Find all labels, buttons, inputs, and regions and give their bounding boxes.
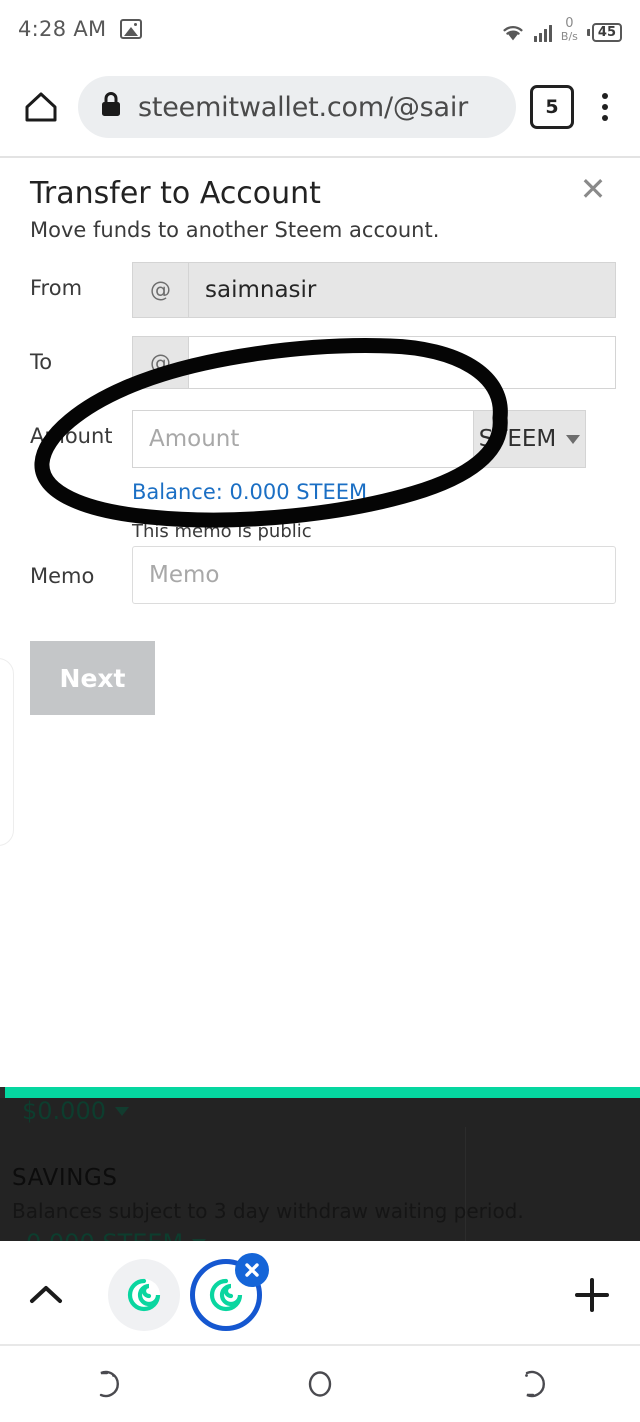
chevron-up-icon[interactable]: [26, 1275, 66, 1315]
address-bar[interactable]: steemitwallet.com/@sair: [78, 76, 516, 138]
home-circle-icon[interactable]: [285, 1359, 355, 1409]
savings-balance-row[interactable]: 0.000 STEEM: [26, 1229, 207, 1241]
kebab-menu-icon[interactable]: [588, 85, 622, 129]
recents-icon[interactable]: [72, 1359, 142, 1409]
usd-balance-value: $0.000: [22, 1097, 106, 1125]
chevron-down-icon: [192, 1238, 207, 1241]
network-speed-unit: B/s: [560, 29, 578, 43]
from-input-group: @ saimnasir: [132, 262, 616, 318]
to-field-row: To @: [30, 336, 616, 389]
page-title: Transfer to Account: [30, 176, 321, 211]
browser-tab-inactive[interactable]: [108, 1259, 180, 1331]
savings-balance-value: 0.000 STEEM: [26, 1229, 183, 1241]
currency-select[interactable]: STEEM: [474, 410, 586, 468]
battery-icon: 45: [586, 22, 622, 42]
to-at-prefix: @: [132, 336, 188, 389]
battery-level-label: 45: [591, 22, 622, 42]
to-field-label: To: [30, 350, 53, 374]
background-wallet-section: $0.000 SAVINGS Balances subject to 3 day…: [0, 1087, 640, 1241]
steem-logo-icon: [127, 1278, 161, 1312]
plus-icon[interactable]: [570, 1273, 614, 1317]
from-input[interactable]: saimnasir: [188, 262, 616, 318]
memo-field-label: Memo: [30, 564, 95, 588]
battery-terminal: [586, 28, 590, 36]
tab-counter-label: 5: [545, 96, 559, 118]
savings-note: Balances subject to 3 day withdraw waiti…: [12, 1199, 524, 1223]
image-icon: [120, 19, 143, 39]
memo-field-row: Memo Memo: [30, 546, 616, 604]
savings-section-title: SAVINGS: [12, 1165, 118, 1191]
column-separator: [465, 1127, 466, 1241]
memo-input[interactable]: Memo: [132, 546, 616, 604]
android-nav-bar: [0, 1346, 640, 1422]
tab-counter-button[interactable]: 5: [530, 85, 574, 129]
from-field-label: From: [30, 276, 83, 300]
next-button[interactable]: Next: [30, 641, 155, 715]
memo-placeholder: Memo: [149, 562, 220, 588]
lock-icon: [100, 91, 122, 123]
amount-field-label: Amount: [30, 424, 113, 448]
from-at-prefix: @: [132, 262, 188, 318]
close-circle-icon[interactable]: [235, 1253, 269, 1287]
status-bar-right: 0 B/s 45: [501, 17, 622, 42]
network-speed-indicator: 0 B/s: [561, 17, 578, 42]
offscreen-card-edge: [0, 658, 14, 846]
back-icon[interactable]: [498, 1359, 568, 1409]
memo-public-hint: This memo is public: [132, 521, 312, 542]
steem-logo-icon: [209, 1278, 243, 1312]
balance-link[interactable]: Balance: 0.000 STEEM: [132, 480, 367, 504]
currency-select-value: STEEM: [478, 426, 557, 452]
wifi-icon: [501, 23, 525, 42]
amount-field-row: Amount Amount STEEM: [30, 410, 586, 468]
chevron-down-icon: [114, 1106, 129, 1116]
usd-balance-row[interactable]: $0.000: [22, 1097, 129, 1125]
browser-tab-active[interactable]: [190, 1253, 269, 1331]
chevron-down-icon: [566, 434, 581, 444]
network-speed-value: 0: [565, 15, 574, 31]
amount-placeholder: Amount: [149, 426, 240, 452]
cellular-signal-icon: [533, 23, 552, 42]
to-input[interactable]: [188, 336, 616, 389]
browser-toolbar: steemitwallet.com/@sair 5: [0, 58, 640, 156]
browser-tab-strip: [0, 1245, 640, 1345]
status-bar-left: 4:28 AM: [18, 17, 143, 41]
status-bar: 4:28 AM 0 B/s 45: [0, 0, 640, 58]
home-icon[interactable]: [18, 84, 64, 130]
to-input-group: @: [132, 336, 616, 389]
amount-input-group: Amount STEEM: [132, 410, 586, 468]
close-icon[interactable]: ✕: [574, 170, 612, 208]
status-clock: 4:28 AM: [18, 17, 107, 41]
url-text: steemitwallet.com/@sair: [138, 91, 469, 123]
transfer-dialog: Transfer to Account ✕ Move funds to anot…: [0, 158, 640, 1241]
amount-input[interactable]: Amount: [132, 410, 474, 468]
from-field-row: From @ saimnasir: [30, 262, 616, 318]
dialog-subtitle: Move funds to another Steem account.: [30, 218, 440, 242]
